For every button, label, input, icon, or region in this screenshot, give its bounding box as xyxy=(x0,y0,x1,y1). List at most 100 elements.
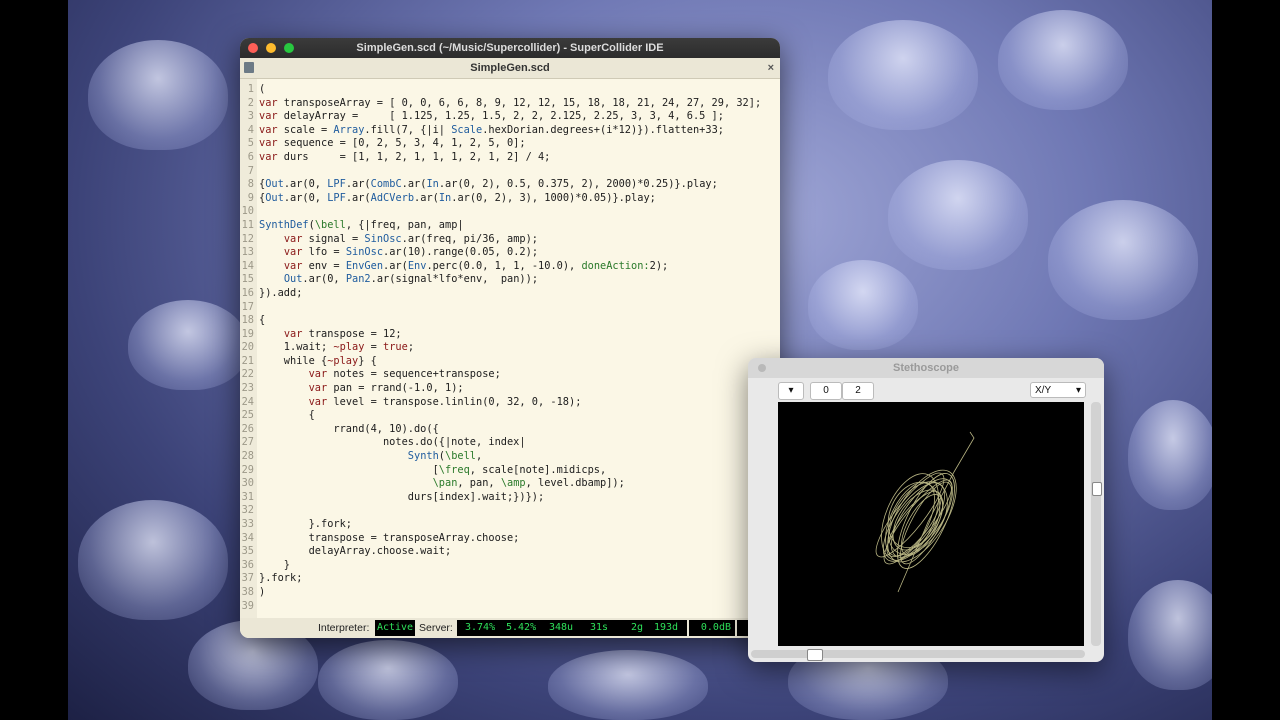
code-line[interactable]: 1( xyxy=(240,83,780,97)
lissajous-trace xyxy=(875,431,975,593)
code-line[interactable]: 32 xyxy=(240,504,780,518)
line-number: 35 xyxy=(241,545,254,558)
code-text: var signal = SinOsc.ar(freq, pi/36, amp)… xyxy=(259,233,538,247)
code-line[interactable]: 39 xyxy=(240,600,780,614)
code-editor[interactable]: 1(2 var transposeArray = [ 0, 0, 6, 6, 8,… xyxy=(240,79,780,618)
code-token: ~play xyxy=(327,354,359,367)
code-line[interactable]: 18 { xyxy=(240,314,780,328)
x-zoom-handle[interactable] xyxy=(807,649,823,661)
synthdef-count: 193d xyxy=(654,622,679,633)
line-number: 3 xyxy=(247,110,254,123)
stethoscope-title: Stethoscope xyxy=(892,362,959,374)
code-token: .ar(0, xyxy=(283,191,328,204)
x-zoom-slider[interactable] xyxy=(751,649,1085,661)
code-line[interactable]: 9 {Out.ar(0, LPF.ar(AdCVerb.ar(In.ar(0, 2… xyxy=(240,192,780,206)
code-token: }).add; xyxy=(259,286,303,299)
y-zoom-slider[interactable] xyxy=(1091,402,1102,646)
code-text: { xyxy=(259,314,265,328)
line-number: 4 xyxy=(247,123,254,136)
code-token: transpose = transposeArray.choose; xyxy=(259,531,520,544)
code-text: rrand(4, 10).do({ xyxy=(259,423,438,437)
code-token: , pan, xyxy=(457,477,501,490)
code-area[interactable]: 1(2 var transposeArray = [ 0, 0, 6, 6, 8,… xyxy=(240,83,780,613)
code-line[interactable]: 26 rrand(4, 10).do({ xyxy=(240,423,780,437)
code-line[interactable]: 23 var pan = rrand(-1.0, 1); xyxy=(240,382,780,396)
code-line[interactable]: 8 {Out.ar(0, LPF.ar(CombC.ar(In.ar(0, 2),… xyxy=(240,178,780,192)
zoom-window-button[interactable] xyxy=(284,43,294,53)
code-line[interactable]: 20 1.wait; ~play = true; xyxy=(240,341,780,355)
code-line[interactable]: 29 [\freq, scale[note].midicps, xyxy=(240,464,780,478)
y-zoom-handle[interactable] xyxy=(1092,482,1102,496)
line-number: 13 xyxy=(241,246,254,259)
document-tab[interactable]: SimpleGen.scd xyxy=(470,62,549,74)
code-line[interactable]: 27 notes.do({|note, index| xyxy=(240,436,780,450)
code-line[interactable]: 33 }.fork; xyxy=(240,518,780,532)
code-text: ( xyxy=(259,83,265,97)
stethoscope-controls: ▾ 0 2 X/Y ▾ xyxy=(748,380,1104,400)
interpreter-status[interactable]: Active xyxy=(375,620,415,636)
code-line[interactable]: 5 var sequence = [0, 2, 5, 3, 4, 1, 2, 5,… xyxy=(240,137,780,151)
code-line[interactable]: 7 xyxy=(240,165,780,179)
line-number: 26 xyxy=(241,422,254,435)
code-text: var level = transpose.linlin(0, 32, 0, -… xyxy=(259,396,582,410)
minimize-window-button[interactable] xyxy=(266,43,276,53)
code-token: SinOsc xyxy=(364,232,402,245)
code-line[interactable]: 36 } xyxy=(240,559,780,573)
code-line[interactable]: 22 var notes = sequence+transpose; xyxy=(240,368,780,382)
code-line[interactable]: 21 while {~play} { xyxy=(240,355,780,369)
code-line[interactable]: 13 var lfo = SinOsc.ar(10).range(0.05, 0… xyxy=(240,246,780,260)
code-line[interactable]: 31 durs[index].wait;})}); xyxy=(240,491,780,505)
channel-count-field[interactable]: 2 xyxy=(842,382,874,400)
code-text: }.fork; xyxy=(259,518,352,532)
code-text: {Out.ar(0, LPF.ar(AdCVerb.ar(In.ar(0, 2)… xyxy=(259,192,656,206)
code-line[interactable]: 37}.fork; xyxy=(240,572,780,586)
view-mode-select[interactable]: X/Y ▾ xyxy=(1030,382,1086,398)
close-window-button[interactable] xyxy=(758,364,766,372)
line-number: 19 xyxy=(241,327,254,340)
code-token: .fill(7, {|i| xyxy=(364,123,452,136)
code-line[interactable]: 38) xyxy=(240,586,780,600)
line-number: 7 xyxy=(247,164,254,177)
code-line[interactable]: 2 var transposeArray = [ 0, 0, 6, 6, 8, 9… xyxy=(240,97,780,111)
close-window-button[interactable] xyxy=(248,43,258,53)
code-line[interactable]: 16}).add; xyxy=(240,287,780,301)
code-line[interactable]: 24 var level = transpose.linlin(0, 32, 0… xyxy=(240,396,780,410)
code-line[interactable]: 34 transpose = transposeArray.choose; xyxy=(240,532,780,546)
code-line[interactable]: 12 var signal = SinOsc.ar(freq, pi/36, a… xyxy=(240,233,780,247)
line-number: 37 xyxy=(241,572,254,585)
channel-offset-field[interactable]: 0 xyxy=(810,382,842,400)
code-line[interactable]: 25 { xyxy=(240,409,780,423)
code-line[interactable]: 17 xyxy=(240,301,780,315)
close-icon[interactable]: × xyxy=(768,58,774,78)
status-bar: Interpreter: Active Server: 3.74% 5.42% … xyxy=(240,618,780,638)
code-line[interactable]: 19 var transpose = 12; xyxy=(240,328,780,342)
code-line[interactable]: 15 Out.ar(0, Pan2.ar(signal*lfo*env, pan… xyxy=(240,273,780,287)
code-line[interactable]: 6 var durs = [1, 1, 2, 1, 1, 1, 2, 1, 2] … xyxy=(240,151,780,165)
code-text: transpose = transposeArray.choose; xyxy=(259,531,520,546)
code-line[interactable]: 10 xyxy=(240,205,780,219)
code-token: } xyxy=(259,558,290,571)
code-token: .ar(0, 2), 0.5, 0.375, 2), 2000)*0.25)}.… xyxy=(438,178,718,191)
code-line[interactable]: 28 Synth(\bell, xyxy=(240,450,780,464)
code-line[interactable]: 4 var scale = Array.fill(7, {|i| Scale.he… xyxy=(240,124,780,138)
code-text: durs[index].wait;})}); xyxy=(259,491,544,505)
code-line[interactable]: 11 SynthDef(\bell, {|freq, pan, amp| xyxy=(240,219,780,233)
code-token: , scale[note].midicps, xyxy=(469,463,607,476)
code-line[interactable]: 35 delayArray.choose.wait; xyxy=(240,545,780,559)
line-number: 8 xyxy=(247,178,254,191)
server-status[interactable]: 3.74% 5.42% 348u 31s 2g 193d xyxy=(457,620,687,636)
code-token: env = xyxy=(302,259,346,272)
code-line[interactable]: 3 var delayArray = [ 1.125, 1.25, 1.5, 2,… xyxy=(240,110,780,124)
line-number: 21 xyxy=(241,354,254,367)
code-token: Pan2 xyxy=(345,273,371,286)
code-token: var xyxy=(259,110,278,123)
rate-select[interactable]: ▾ xyxy=(778,382,804,400)
code-token: pan = rrand(-1.0, 1); xyxy=(327,382,464,395)
code-token: lfo = xyxy=(302,246,346,259)
code-text: var scale = Array.fill(7, {|i| Scale.hex… xyxy=(259,124,724,138)
line-number: 17 xyxy=(241,300,254,313)
code-line[interactable]: 30 \pan, pan, \amp, level.dbamp]); xyxy=(240,477,780,491)
volume-display[interactable]: 0.0dB xyxy=(689,620,735,636)
code-token: }.fork; xyxy=(259,518,352,530)
code-line[interactable]: 14 var env = EnvGen.ar(Env.perc(0.0, 1, … xyxy=(240,260,780,274)
